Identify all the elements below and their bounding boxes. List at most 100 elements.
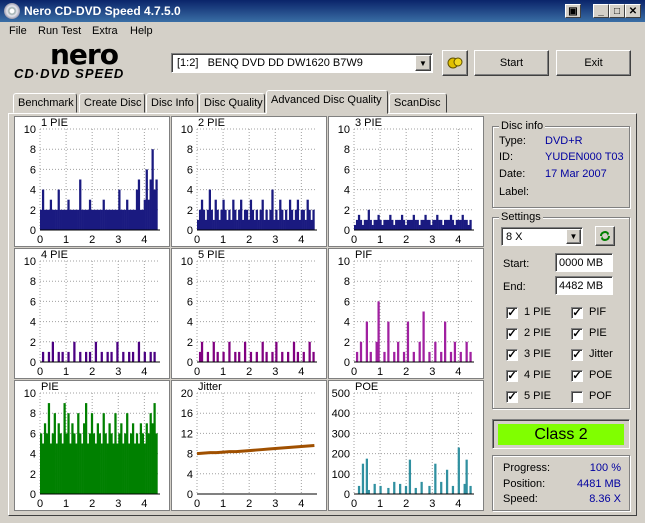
chart-bar	[445, 469, 449, 494]
checkbox-left-0[interactable]: ✓	[506, 307, 518, 319]
exit-button[interactable]: Exit	[556, 50, 631, 76]
x-tick-label: 4	[141, 234, 147, 246]
chart-bar	[251, 209, 255, 230]
checkbox-right-0[interactable]: ✓	[571, 307, 583, 319]
start-button[interactable]: Start	[474, 50, 549, 76]
chart-bar	[363, 219, 367, 230]
tab-create-disc[interactable]: Create Disc	[79, 93, 145, 113]
checkbox-right-3[interactable]: ✓	[571, 370, 583, 382]
chart-bar	[222, 351, 225, 362]
y-tick-label: 2	[30, 337, 36, 349]
chart-bar	[41, 443, 45, 494]
chart-bar	[145, 169, 148, 230]
disc-type-value: DVD+R	[545, 135, 583, 147]
checkbox-right-4[interactable]	[571, 391, 583, 403]
end-field[interactable]: 4482 MB	[555, 276, 613, 295]
chart-bar	[373, 483, 376, 494]
chart-bar	[204, 219, 208, 230]
chart-bar	[404, 224, 408, 230]
checkbox-left-3[interactable]: ✓	[506, 370, 518, 382]
chart-bar	[133, 209, 137, 230]
x-tick-label: 4	[298, 366, 304, 378]
chart-bar	[153, 403, 156, 494]
speed-select[interactable]: 8 X ▼	[501, 227, 583, 246]
chart-bar	[135, 433, 139, 494]
restore-button[interactable]: ▣	[565, 4, 581, 18]
chart-bar	[106, 209, 109, 230]
chart-bar	[463, 483, 466, 494]
y-tick-label: 10	[181, 256, 193, 268]
x-tick-label: 1	[63, 234, 69, 246]
class-badge-frame: Class 2	[492, 419, 630, 449]
maximize-button[interactable]: □	[609, 4, 625, 18]
chart-bar	[253, 219, 256, 230]
checkbox-left-1[interactable]: ✓	[506, 328, 518, 340]
tab-disc-quality[interactable]: Disc Quality	[199, 93, 265, 113]
checkbox-left-4[interactable]: ✓	[506, 391, 518, 403]
checkbox-right-2[interactable]: ✓	[571, 349, 583, 361]
chart-bar	[310, 219, 313, 230]
tab-scandisc[interactable]: ScanDisc	[389, 93, 447, 113]
chart-bar	[302, 351, 305, 362]
chart-bar	[122, 443, 125, 494]
menu-extra[interactable]: Extra	[92, 25, 118, 37]
progress-value: 100 %	[589, 462, 621, 474]
drive-refresh-button[interactable]	[442, 50, 468, 76]
x-tick-label: 3	[115, 366, 121, 378]
y-tick-label: 500	[332, 388, 350, 400]
chart-bar	[383, 351, 386, 362]
y-tick-label: 8	[30, 276, 36, 288]
chart-bar	[393, 224, 396, 230]
chart-bar	[459, 219, 462, 230]
chart-bar	[298, 219, 301, 230]
tab-advanced-disc-quality[interactable]: Advanced Disc Quality	[266, 90, 388, 114]
chart-bar	[444, 321, 447, 362]
chart-bar	[208, 189, 211, 230]
minimize-button[interactable]: _	[593, 4, 609, 18]
checkbox-right-1[interactable]: ✓	[571, 328, 583, 340]
disc-id-label: ID:	[499, 151, 514, 163]
menu-run-test[interactable]: Run Test	[38, 25, 81, 37]
title-bar: Nero CD-DVD Speed 4.7.5.0 ▣ _ □ ✕	[0, 0, 645, 22]
y-tick-label: 8	[30, 144, 36, 156]
tab-benchmark[interactable]: Benchmark	[13, 93, 77, 113]
chart-bar	[369, 219, 372, 230]
checkbox-label: 5 PIE	[524, 390, 551, 402]
y-tick-label: 0	[187, 357, 193, 369]
chart-bar	[155, 179, 158, 230]
menu-file[interactable]: File	[9, 25, 27, 37]
disc-info-title: Disc info	[499, 120, 546, 132]
chart-bar	[226, 219, 229, 230]
drive-select[interactable]: [1:2] BENQ DVD DD DW1620 B7W9 ▼	[171, 53, 433, 73]
chevron-down-icon[interactable]: ▼	[566, 229, 581, 244]
menu-help[interactable]: Help	[130, 25, 153, 37]
chart-bar	[240, 199, 243, 230]
x-tick-label: 3	[429, 366, 435, 378]
chart-bar	[53, 413, 56, 494]
chart-title: 1 PIE	[41, 117, 68, 129]
chart-bar	[143, 351, 146, 362]
chart-bar	[128, 209, 131, 230]
chart-bar	[41, 189, 45, 230]
start-field[interactable]: 0000 MB	[555, 253, 613, 272]
chart-bar	[92, 209, 96, 230]
chart-bar	[449, 351, 453, 362]
chart-bar	[465, 459, 468, 494]
chart-bar	[131, 209, 135, 230]
chevron-down-icon[interactable]: ▼	[415, 55, 431, 71]
close-button[interactable]: ✕	[625, 4, 641, 18]
y-tick-label: 2	[344, 337, 350, 349]
checkbox-left-2[interactable]: ✓	[506, 349, 518, 361]
chart-bar	[85, 403, 88, 494]
chart-bar	[255, 209, 258, 230]
x-tick-label: 2	[403, 234, 409, 246]
chart-bar	[383, 219, 386, 230]
y-tick-label: 10	[181, 124, 193, 136]
chart-bar	[153, 189, 156, 230]
chart-bar	[83, 423, 86, 494]
chart-bar	[440, 351, 443, 362]
chart-bar	[412, 351, 415, 362]
tab-disc-info[interactable]: Disc Info	[146, 93, 198, 113]
refresh-speeds-button[interactable]	[595, 226, 615, 246]
y-tick-label: 0	[187, 489, 193, 501]
